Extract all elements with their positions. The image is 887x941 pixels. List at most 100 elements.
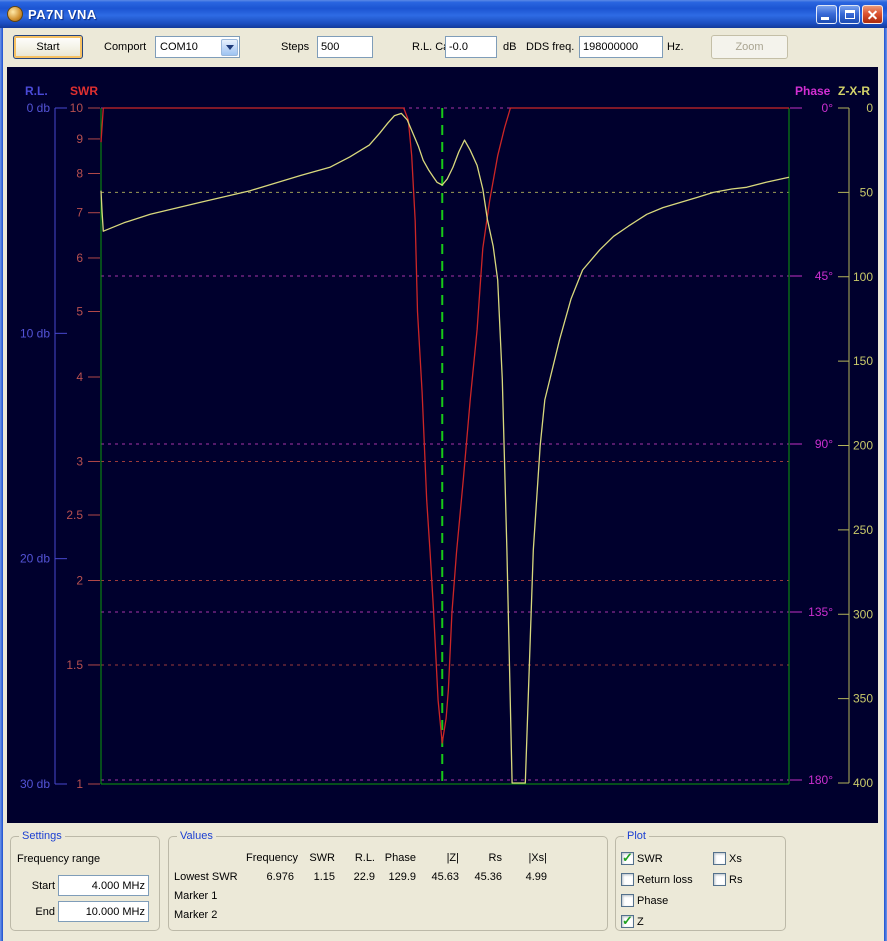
swr-tick-label: 9	[76, 132, 83, 146]
checkbox-item-z: Z	[621, 915, 644, 928]
values-table: FrequencySWRR.L.Phase|Z|Rs|Xs| Lowest SWR…	[174, 848, 549, 924]
checkbox-item-rs: Rs	[713, 873, 742, 886]
maximize-button[interactable]	[839, 5, 860, 24]
swr-tick-label: 1.5	[66, 658, 83, 672]
values-cell: 1.15	[296, 871, 337, 883]
rl-tick-label: 30 db	[20, 777, 50, 791]
values-title: Values	[177, 830, 216, 842]
phase-axis-header: Phase	[795, 84, 831, 98]
values-header: |Xs|	[504, 852, 549, 864]
end-frequency-input[interactable]	[58, 901, 149, 922]
plot-groupbox: Plot SWRReturn lossPhaseZXsRs	[615, 836, 786, 931]
comport-select[interactable]: COM10	[155, 36, 240, 58]
z-tick-label: 250	[853, 523, 873, 537]
db-unit-label: dB	[503, 41, 516, 54]
values-groupbox: Values FrequencySWRR.L.Phase|Z|Rs|Xs|Low…	[168, 836, 608, 931]
z-curve	[101, 113, 789, 783]
phase-tick-label: 45°	[815, 269, 833, 283]
values-header: Rs	[461, 852, 504, 864]
checkbox-return-loss[interactable]	[621, 873, 634, 886]
values-header: |Z|	[418, 852, 461, 864]
z-tick-label: 0	[866, 101, 873, 115]
swr-tick-label: 2	[76, 574, 83, 588]
steps-label: Steps	[281, 41, 309, 54]
z-tick-label: 300	[853, 607, 873, 621]
checkbox-item-swr: SWR	[621, 852, 663, 865]
checkbox-label: SWR	[637, 853, 663, 865]
dds-freq-input[interactable]	[579, 36, 663, 58]
settings-groupbox: Settings Frequency range Start End	[10, 836, 160, 931]
values-cell: 45.36	[461, 871, 504, 883]
rl-tick-label: 0 db	[27, 101, 51, 115]
phase-tick-label: 180°	[808, 773, 833, 787]
checkbox-item-phase: Phase	[621, 894, 668, 907]
z-tick-label: 400	[853, 776, 873, 790]
values-header: Frequency	[246, 852, 296, 864]
z-tick-label: 50	[860, 185, 874, 199]
values-cell: 22.9	[337, 871, 377, 883]
minimize-icon	[821, 17, 829, 20]
window-border-left	[0, 0, 3, 941]
checkbox-label: Xs	[729, 853, 742, 865]
z-tick-label: 200	[853, 439, 873, 453]
minimize-button[interactable]	[816, 5, 837, 24]
frequency-range-label: Frequency range	[17, 853, 100, 865]
checkbox-label: Rs	[729, 874, 742, 886]
comport-value: COM10	[156, 41, 221, 53]
window-title: PA7N VNA	[28, 7, 97, 22]
values-header: R.L.	[337, 852, 377, 864]
rl-axis-header: R.L.	[25, 84, 48, 98]
checkbox-item-return-loss: Return loss	[621, 873, 693, 886]
checkbox-swr[interactable]	[621, 852, 634, 865]
comport-dropdown-button[interactable]	[221, 39, 238, 56]
swr-axis-header: SWR	[70, 84, 98, 98]
steps-input[interactable]	[317, 36, 373, 58]
z-tick-label: 100	[853, 270, 873, 284]
plot-panel: R.L.SWRPhaseZ-X-R0 db10 db20 db30 db1098…	[7, 67, 878, 823]
app-icon	[7, 6, 23, 22]
checkbox-phase[interactable]	[621, 894, 634, 907]
values-header: SWR	[296, 852, 337, 864]
z-tick-label: 150	[853, 354, 873, 368]
values-cell: 4.99	[504, 871, 549, 883]
pa7n-vna-window: { "titlebar": { "title": "PA7N VNA" }, "…	[0, 0, 887, 941]
plot-canvas: R.L.SWRPhaseZ-X-R0 db10 db20 db30 db1098…	[7, 67, 878, 823]
values-cell: 45.63	[418, 871, 461, 883]
start-button[interactable]: Start	[13, 35, 83, 59]
swr-tick-label: 10	[70, 101, 84, 115]
swr-curve	[101, 108, 789, 743]
rlcal-input[interactable]	[445, 36, 497, 58]
zoom-button[interactable]: Zoom	[711, 35, 788, 59]
checkbox-item-xs: Xs	[713, 852, 742, 865]
checkbox-label: Z	[637, 916, 644, 928]
swr-tick-label: 3	[76, 454, 83, 468]
start-frequency-input[interactable]	[58, 875, 149, 896]
rl-tick-label: 10 db	[20, 326, 50, 340]
title-bar: PA7N VNA	[0, 0, 887, 28]
checkbox-z[interactable]	[621, 915, 634, 928]
phase-tick-label: 0°	[822, 101, 834, 115]
phase-tick-label: 135°	[808, 605, 833, 619]
end-label: End	[15, 906, 55, 918]
chevron-down-icon	[226, 45, 234, 50]
swr-tick-label: 6	[76, 251, 83, 265]
values-header: Phase	[377, 852, 418, 864]
start-label: Start	[15, 880, 55, 892]
swr-tick-label: 8	[76, 167, 83, 181]
checkbox-xs[interactable]	[713, 852, 726, 865]
phase-tick-label: 90°	[815, 437, 833, 451]
maximize-icon	[845, 10, 855, 19]
swr-tick-label: 4	[76, 370, 83, 384]
comport-label: Comport	[104, 41, 146, 54]
zxr-axis-header: Z-X-R	[838, 84, 870, 98]
values-row-label: Marker 1	[174, 890, 246, 902]
values-row-label: Lowest SWR	[174, 871, 246, 883]
checkbox-label: Phase	[637, 895, 668, 907]
settings-title: Settings	[19, 830, 65, 842]
values-cell: 6.976	[246, 871, 296, 883]
swr-tick-label: 7	[76, 206, 83, 220]
close-button[interactable]	[862, 5, 883, 24]
checkbox-rs[interactable]	[713, 873, 726, 886]
hz-unit-label: Hz.	[667, 41, 684, 54]
dds-freq-label: DDS freq.	[526, 41, 574, 54]
